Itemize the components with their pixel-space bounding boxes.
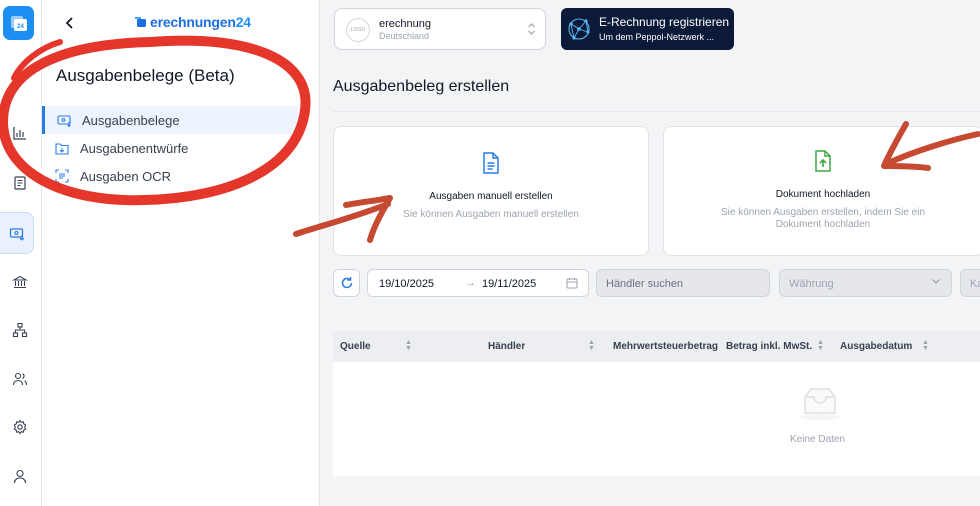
expenses-table: Quelle ▲ ▼ Händler ▲ ▼ Mehrwertsteuerbetra…: [333, 331, 980, 476]
network-globe-icon: [568, 18, 590, 40]
brand-logo: erechnungen24: [134, 14, 251, 30]
subnav-item-label: Ausgabenbelege: [82, 112, 180, 128]
arrow-right-icon: →: [465, 277, 476, 289]
sort-icon[interactable]: ▲ ▼: [405, 339, 412, 352]
icon-rail: 24: [0, 0, 42, 506]
users-icon: [12, 372, 28, 386]
bank-icon: [12, 275, 28, 289]
card-description: Sie können Ausgaben manuell erstellen: [403, 209, 579, 220]
rail-chart-button[interactable]: [0, 113, 40, 153]
updown-caret-icon: [527, 22, 536, 37]
refresh-icon: [341, 277, 352, 289]
brand-mark-icon: [135, 17, 146, 27]
receipt-icon: [56, 112, 72, 128]
column-header-merchant[interactable]: Händler: [488, 341, 525, 352]
sort-icon[interactable]: ▲ ▼: [922, 339, 929, 352]
brand-name: erechnungen24: [150, 14, 251, 30]
empty-inbox-icon: [800, 388, 840, 420]
chevron-down-icon: [931, 277, 941, 288]
date-range-picker[interactable]: 19/10/2025 → 19/11/2025: [367, 269, 589, 297]
upload-document-card[interactable]: Dokument hochladen Sie können Ausgaben e…: [663, 126, 980, 256]
peppol-subtitle: Um dem Peppol-Netzwerk ...: [599, 32, 715, 42]
date-from[interactable]: 19/10/2025: [379, 278, 434, 290]
divider: [333, 111, 980, 112]
rail-bank-button[interactable]: [0, 262, 40, 302]
rail-settings-button[interactable]: [0, 407, 40, 447]
app-logo-icon: 24: [10, 16, 27, 31]
company-selector[interactable]: LOGO erechnung Deutschland: [334, 8, 546, 50]
column-header-vat[interactable]: Mehrwertsteuerbetrag: [613, 341, 719, 352]
rail-expenses-button[interactable]: [0, 212, 34, 254]
file-upload-icon: [815, 150, 831, 172]
rail-org-chart-button[interactable]: [0, 310, 40, 350]
subnav-item-ausgabenentwuerfe[interactable]: Ausgabenentwürfe: [42, 134, 298, 162]
draft-download-icon: [54, 140, 70, 156]
calendar-icon: [566, 278, 578, 289]
subnav-panel: erechnungen24 Ausgabenbelege (Beta) Ausg…: [42, 0, 320, 506]
document-icon: [14, 176, 26, 190]
chart-icon: [13, 127, 26, 140]
app-logo[interactable]: 24: [3, 6, 34, 40]
currency-placeholder: Währung: [789, 278, 834, 290]
subnav-item-label: Ausgabenentwürfe: [80, 140, 189, 156]
merchant-search-input[interactable]: Händler suchen: [596, 269, 770, 297]
page-title: Ausgabenbeleg erstellen: [333, 78, 510, 95]
column-header-date[interactable]: Ausgabedatum: [840, 341, 912, 352]
ocr-scan-icon: [54, 168, 70, 184]
rail-profile-button[interactable]: [0, 456, 40, 496]
rail-users-button[interactable]: [0, 359, 40, 399]
app-logo-badge: 24: [17, 24, 24, 30]
company-name: erechnung: [379, 18, 431, 30]
main-content: LOGO erechnung Deutschland E-Rechnung re…: [320, 0, 980, 506]
date-to[interactable]: 19/11/2025: [482, 278, 536, 290]
back-arrow-icon[interactable]: [64, 14, 76, 35]
sort-icon[interactable]: ▲ ▼: [588, 339, 595, 352]
empty-state-text: Keine Daten: [790, 434, 846, 445]
settings-icon: [13, 419, 27, 435]
peppol-register-button[interactable]: E-Rechnung registrieren Um dem Peppol-Ne…: [561, 8, 734, 50]
table-header: Quelle ▲ ▼ Händler ▲ ▼ Mehrwertsteuerbetra…: [333, 331, 980, 362]
sort-icon[interactable]: ▲ ▼: [817, 339, 824, 352]
profile-icon: [13, 469, 27, 484]
peppol-title: E-Rechnung registrieren: [599, 15, 730, 29]
subnav-title: Ausgabenbelege (Beta): [56, 66, 235, 85]
company-country: Deutschland: [379, 31, 430, 41]
org-chart-icon: [12, 322, 28, 338]
card-title: Dokument hochladen: [775, 189, 871, 200]
card-description: Sie können Ausgaben erstellen, indem Sie…: [720, 207, 926, 230]
refresh-button[interactable]: [333, 269, 360, 297]
manual-expense-card[interactable]: Ausgaben manuell erstellen Sie können Au…: [333, 126, 649, 256]
company-logo: LOGO: [346, 18, 370, 42]
subnav-item-ausgabenbelege[interactable]: Ausgabenbelege: [42, 106, 298, 134]
category-filter[interactable]: Ka: [960, 269, 980, 297]
card-title: Ausgaben manuell erstellen: [429, 191, 553, 202]
subnav-item-ausgaben-ocr[interactable]: Ausgaben OCR: [42, 162, 298, 190]
expenses-icon: [9, 228, 24, 241]
column-header-source[interactable]: Quelle: [340, 341, 371, 352]
currency-select[interactable]: Währung: [779, 269, 952, 297]
subnav-item-label: Ausgaben OCR: [80, 168, 172, 184]
document-icon: [483, 152, 499, 174]
rail-document-button[interactable]: [0, 163, 40, 203]
column-header-gross[interactable]: Betrag inkl. MwSt.: [726, 341, 812, 352]
